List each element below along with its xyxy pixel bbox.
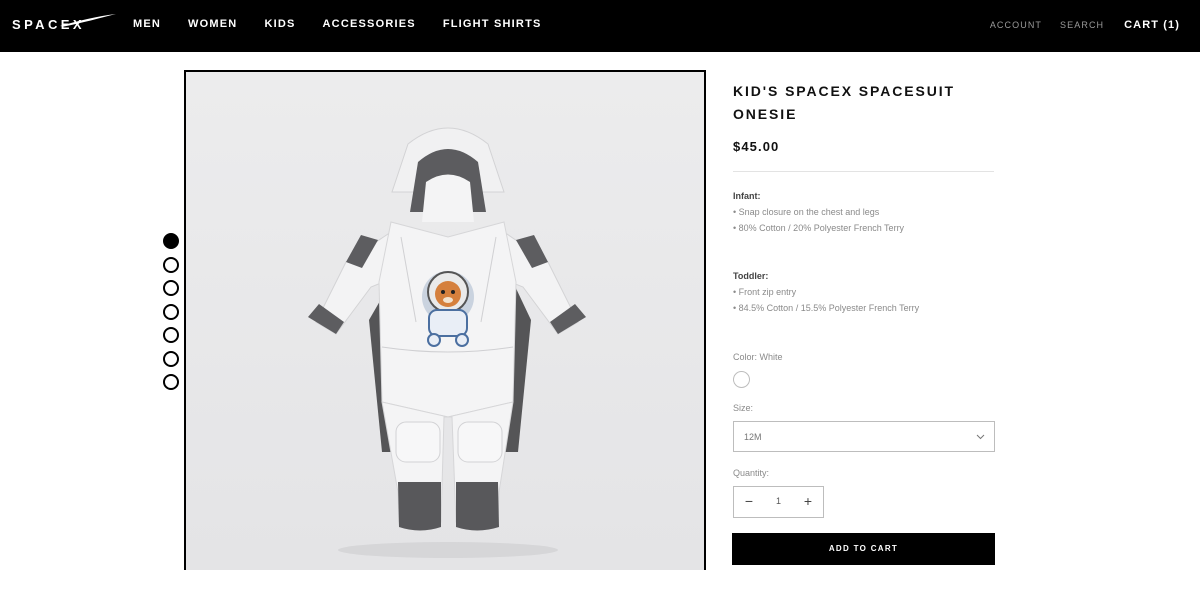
main-nav: MEN WOMEN KIDS ACCESSORIES FLIGHT SHIRTS xyxy=(133,18,569,30)
account-link[interactable]: ACCOUNT xyxy=(990,20,1042,30)
nav-accessories[interactable]: ACCESSORIES xyxy=(323,18,416,30)
gallery-dot-1[interactable] xyxy=(163,233,179,249)
nav-flight-shirts[interactable]: FLIGHT SHIRTS xyxy=(443,18,542,30)
nav-kids[interactable]: KIDS xyxy=(264,18,295,30)
site-header: SPACEX MEN WOMEN KIDS ACCESSORIES FLIGHT… xyxy=(0,0,1200,52)
gallery-dot-6[interactable] xyxy=(163,350,179,367)
product-info: KID'S SPACEX SPACESUIT ONESIE $45.00 xyxy=(733,80,995,154)
color-swatch-white[interactable] xyxy=(733,371,750,388)
onesie-illustration xyxy=(186,72,704,570)
chevron-down-icon xyxy=(976,434,985,440)
quantity-value[interactable]: 1 xyxy=(764,496,793,506)
product-price: $45.00 xyxy=(733,139,780,154)
spacex-logo[interactable]: SPACEX xyxy=(12,14,116,37)
size-select[interactable]: 12M xyxy=(733,421,995,452)
gallery-dot-4[interactable] xyxy=(163,303,179,320)
size-label: Size: xyxy=(733,403,754,413)
logo-swoosh-icon xyxy=(60,14,116,27)
toddler-detail-1: • Front zip entry xyxy=(733,287,797,297)
divider xyxy=(733,171,994,172)
add-to-cart-button[interactable]: ADD TO CART xyxy=(732,533,995,565)
infant-label: Infant: xyxy=(733,191,761,201)
product-image[interactable] xyxy=(184,70,706,570)
gallery-dots xyxy=(163,233,179,398)
toddler-detail-2: • 84.5% Cotton / 15.5% Polyester French … xyxy=(733,303,920,313)
gallery-dot-2[interactable] xyxy=(163,256,179,273)
header-utilities: ACCOUNT SEARCH CART (1) xyxy=(972,19,1180,31)
infant-detail-1: • Snap closure on the chest and legs xyxy=(733,207,880,217)
quantity-stepper: − 1 + xyxy=(733,486,824,518)
nav-men[interactable]: MEN xyxy=(133,18,161,30)
size-value: 12M xyxy=(744,432,762,442)
quantity-label: Quantity: xyxy=(733,468,770,478)
gallery-dot-7[interactable] xyxy=(163,374,179,390)
plus-icon[interactable]: + xyxy=(793,487,823,517)
search-link[interactable]: SEARCH xyxy=(1060,20,1104,30)
product-title: KID'S SPACEX SPACESUIT ONESIE xyxy=(733,83,955,122)
cart-link[interactable]: CART (1) xyxy=(1124,19,1180,31)
toddler-label: Toddler: xyxy=(733,271,769,281)
infant-detail-2: • 80% Cotton / 20% Polyester French Terr… xyxy=(733,223,905,233)
nav-women[interactable]: WOMEN xyxy=(188,18,237,30)
gallery-dot-5[interactable] xyxy=(163,327,179,343)
color-label: Color: White xyxy=(733,352,783,362)
gallery-dot-3[interactable] xyxy=(163,280,179,296)
minus-icon[interactable]: − xyxy=(734,487,764,517)
